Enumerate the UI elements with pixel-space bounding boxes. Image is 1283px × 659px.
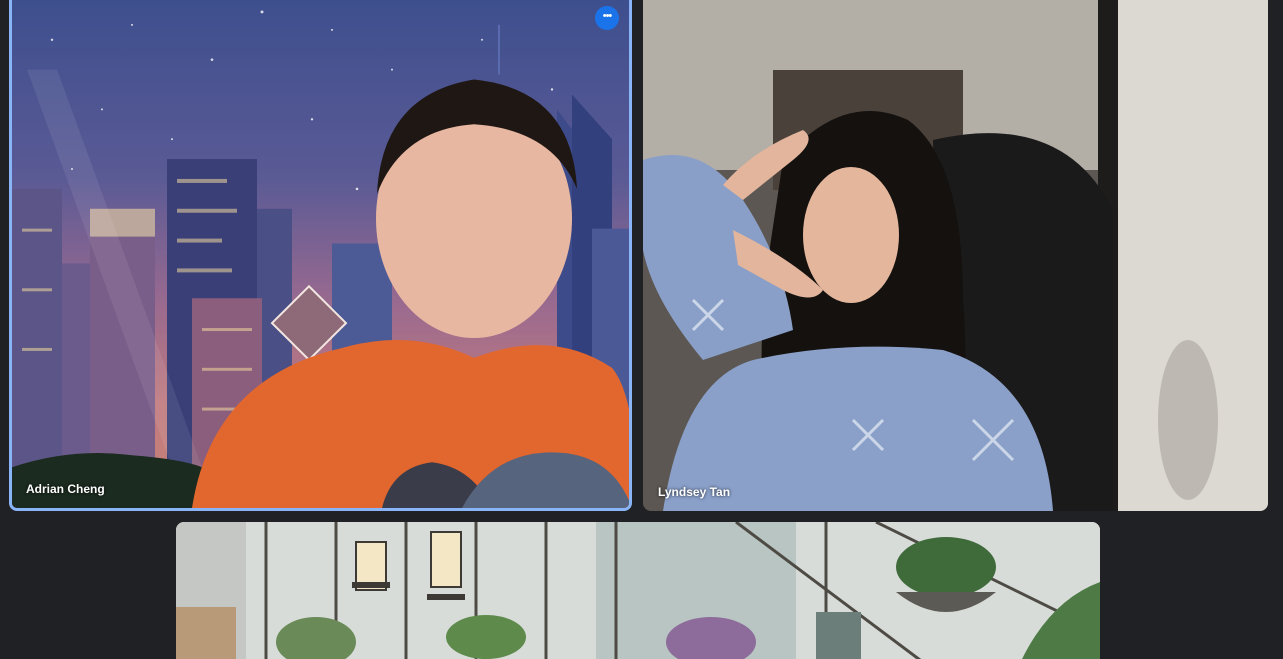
greenhouse-background <box>176 522 1100 659</box>
participant-tile-adrian[interactable]: ••• Adrian Cheng <box>9 0 632 511</box>
participant-tile-greenhouse[interactable] <box>176 522 1100 659</box>
participant-name-label: Lyndsey Tan <box>658 485 731 499</box>
participant-name-label: Adrian Cheng <box>26 482 105 496</box>
video-call-grid: ••• Adrian Cheng Lyndsey Tan <box>0 0 1283 659</box>
city-night-background <box>12 10 629 508</box>
participant-tile-lyndsey[interactable]: Lyndsey Tan <box>643 0 1268 511</box>
camera-video-feed <box>643 0 1268 511</box>
more-options-icon: ••• <box>602 9 613 22</box>
more-options-button[interactable]: ••• <box>595 6 619 30</box>
